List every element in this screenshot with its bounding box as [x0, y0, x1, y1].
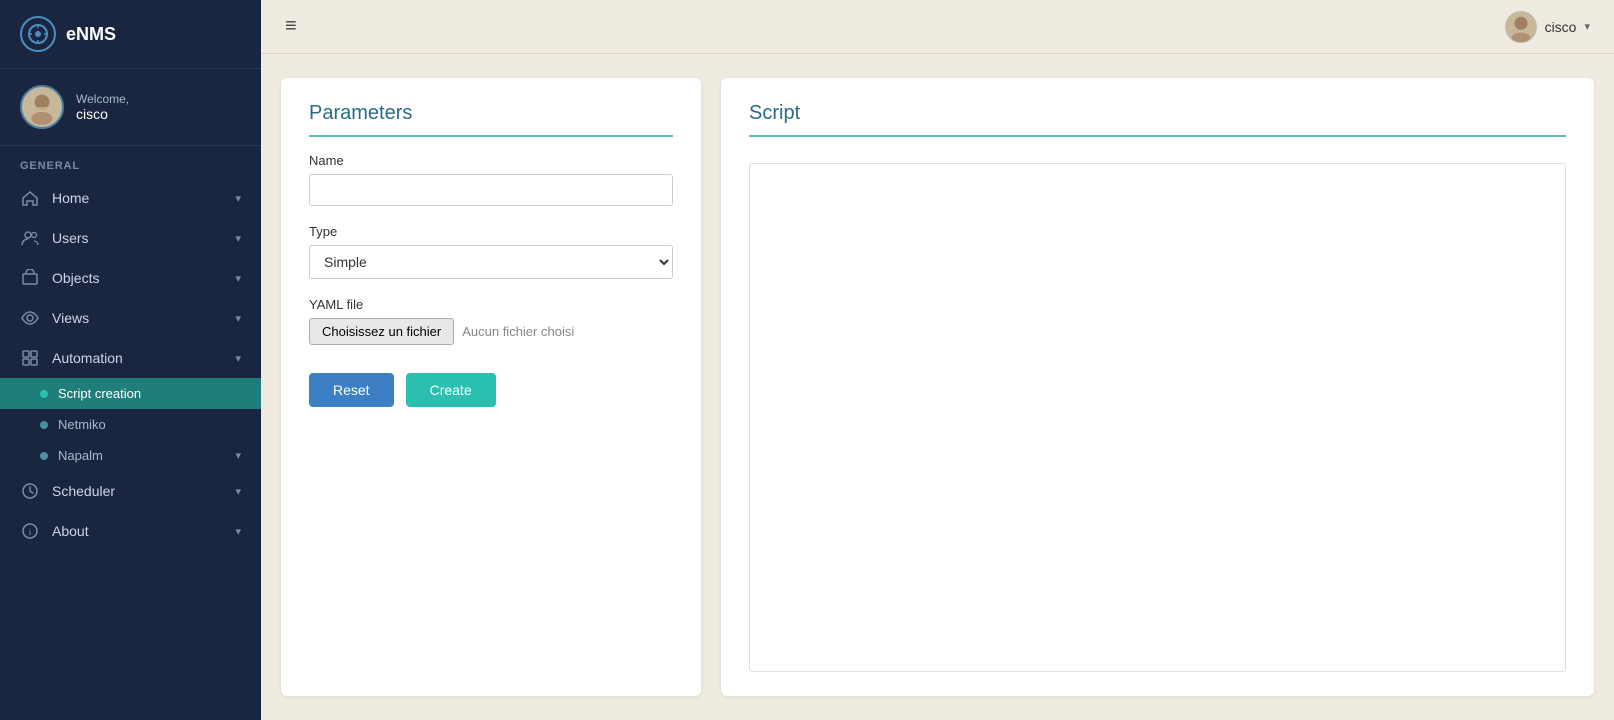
- sidebar-item-label-scheduler: Scheduler: [52, 483, 115, 499]
- sidebar-item-home[interactable]: Home ▾: [0, 178, 261, 218]
- yaml-label: YAML file: [309, 297, 673, 312]
- file-upload-group: Choisissez un fichier Aucun fichier choi…: [309, 318, 673, 345]
- user-info: Welcome, cisco: [76, 92, 129, 122]
- about-icon: i: [20, 521, 40, 541]
- sidebar-item-label-users: Users: [52, 230, 89, 246]
- users-icon: [20, 228, 40, 248]
- sidebar-item-about[interactable]: i About ▾: [0, 511, 261, 551]
- script-textarea[interactable]: [749, 163, 1566, 672]
- chevron-down-icon: ▾: [235, 232, 241, 245]
- type-label: Type: [309, 224, 673, 239]
- file-upload-button[interactable]: Choisissez un fichier: [309, 318, 454, 345]
- chevron-down-icon: ▾: [235, 192, 241, 205]
- create-button[interactable]: Create: [406, 373, 496, 407]
- reset-button[interactable]: Reset: [309, 373, 394, 407]
- parameters-panel: Parameters Name Type Simple Netmiko Napa…: [281, 78, 701, 696]
- sidebar-item-label-about: About: [52, 523, 89, 539]
- type-select[interactable]: Simple Netmiko Napalm File: [309, 245, 673, 279]
- sidebar-item-label-automation: Automation: [52, 350, 123, 366]
- views-icon: [20, 308, 40, 328]
- content-panels: Parameters Name Type Simple Netmiko Napa…: [261, 54, 1614, 720]
- topbar-chevron-icon: ▾: [1584, 20, 1590, 33]
- name-label: Name: [309, 153, 673, 168]
- name-field-group: Name: [309, 153, 673, 206]
- sub-dot-icon: [40, 421, 48, 429]
- sidebar-item-netmiko[interactable]: Netmiko: [0, 409, 261, 440]
- logo-icon: [20, 16, 56, 52]
- chevron-down-icon: ▾: [235, 449, 241, 462]
- chevron-down-icon: ▾: [235, 312, 241, 325]
- sidebar-item-napalm[interactable]: Napalm ▾: [0, 440, 261, 471]
- objects-icon: [20, 268, 40, 288]
- chevron-down-icon: ▾: [235, 525, 241, 538]
- name-input[interactable]: [309, 174, 673, 206]
- topbar-avatar: [1505, 11, 1537, 43]
- sidebar-item-objects[interactable]: Objects ▾: [0, 258, 261, 298]
- sidebar-item-label-home: Home: [52, 190, 89, 206]
- user-menu[interactable]: cisco ▾: [1505, 11, 1590, 43]
- sub-dot-icon: [40, 390, 48, 398]
- user-profile: Welcome, cisco: [0, 69, 261, 146]
- form-actions: Reset Create: [309, 373, 673, 407]
- topbar-username: cisco: [1545, 19, 1577, 35]
- type-field-group: Type Simple Netmiko Napalm File: [309, 224, 673, 279]
- username-display: cisco: [76, 106, 129, 122]
- sidebar-item-automation[interactable]: Automation ▾: [0, 338, 261, 378]
- scheduler-icon: [20, 481, 40, 501]
- svg-text:i: i: [29, 527, 32, 537]
- script-title: Script: [749, 102, 1566, 137]
- avatar: [20, 85, 64, 129]
- sidebar: eNMS Welcome, cisco GENERAL Home ▾: [0, 0, 261, 720]
- chevron-down-icon: ▾: [235, 272, 241, 285]
- sub-dot-icon: [40, 452, 48, 460]
- script-panel: Script: [721, 78, 1594, 696]
- file-upload-status: Aucun fichier choisi: [462, 324, 574, 339]
- sidebar-sub-label-napalm: Napalm: [58, 448, 103, 463]
- sidebar-sub-label-netmiko: Netmiko: [58, 417, 106, 432]
- hamburger-menu-icon[interactable]: ≡: [285, 15, 297, 38]
- section-label: GENERAL: [0, 146, 261, 178]
- parameters-title: Parameters: [309, 102, 673, 137]
- home-icon: [20, 188, 40, 208]
- topbar: ≡ cisco ▾: [261, 0, 1614, 54]
- yaml-field-group: YAML file Choisissez un fichier Aucun fi…: [309, 297, 673, 345]
- sidebar-item-script-creation[interactable]: Script creation: [0, 378, 261, 409]
- chevron-down-icon: ▾: [235, 352, 241, 365]
- automation-icon: [20, 348, 40, 368]
- sidebar-item-label-views: Views: [52, 310, 89, 326]
- sidebar-item-label-objects: Objects: [52, 270, 99, 286]
- app-title: eNMS: [66, 24, 116, 45]
- welcome-text: Welcome,: [76, 92, 129, 106]
- sidebar-logo: eNMS: [0, 0, 261, 69]
- chevron-down-icon: ▾: [235, 485, 241, 498]
- sidebar-item-views[interactable]: Views ▾: [0, 298, 261, 338]
- sidebar-sub-label-script-creation: Script creation: [58, 386, 141, 401]
- sidebar-item-scheduler[interactable]: Scheduler ▾: [0, 471, 261, 511]
- main-area: ≡ cisco ▾ Parameters Name Type: [261, 0, 1614, 720]
- sidebar-item-users[interactable]: Users ▾: [0, 218, 261, 258]
